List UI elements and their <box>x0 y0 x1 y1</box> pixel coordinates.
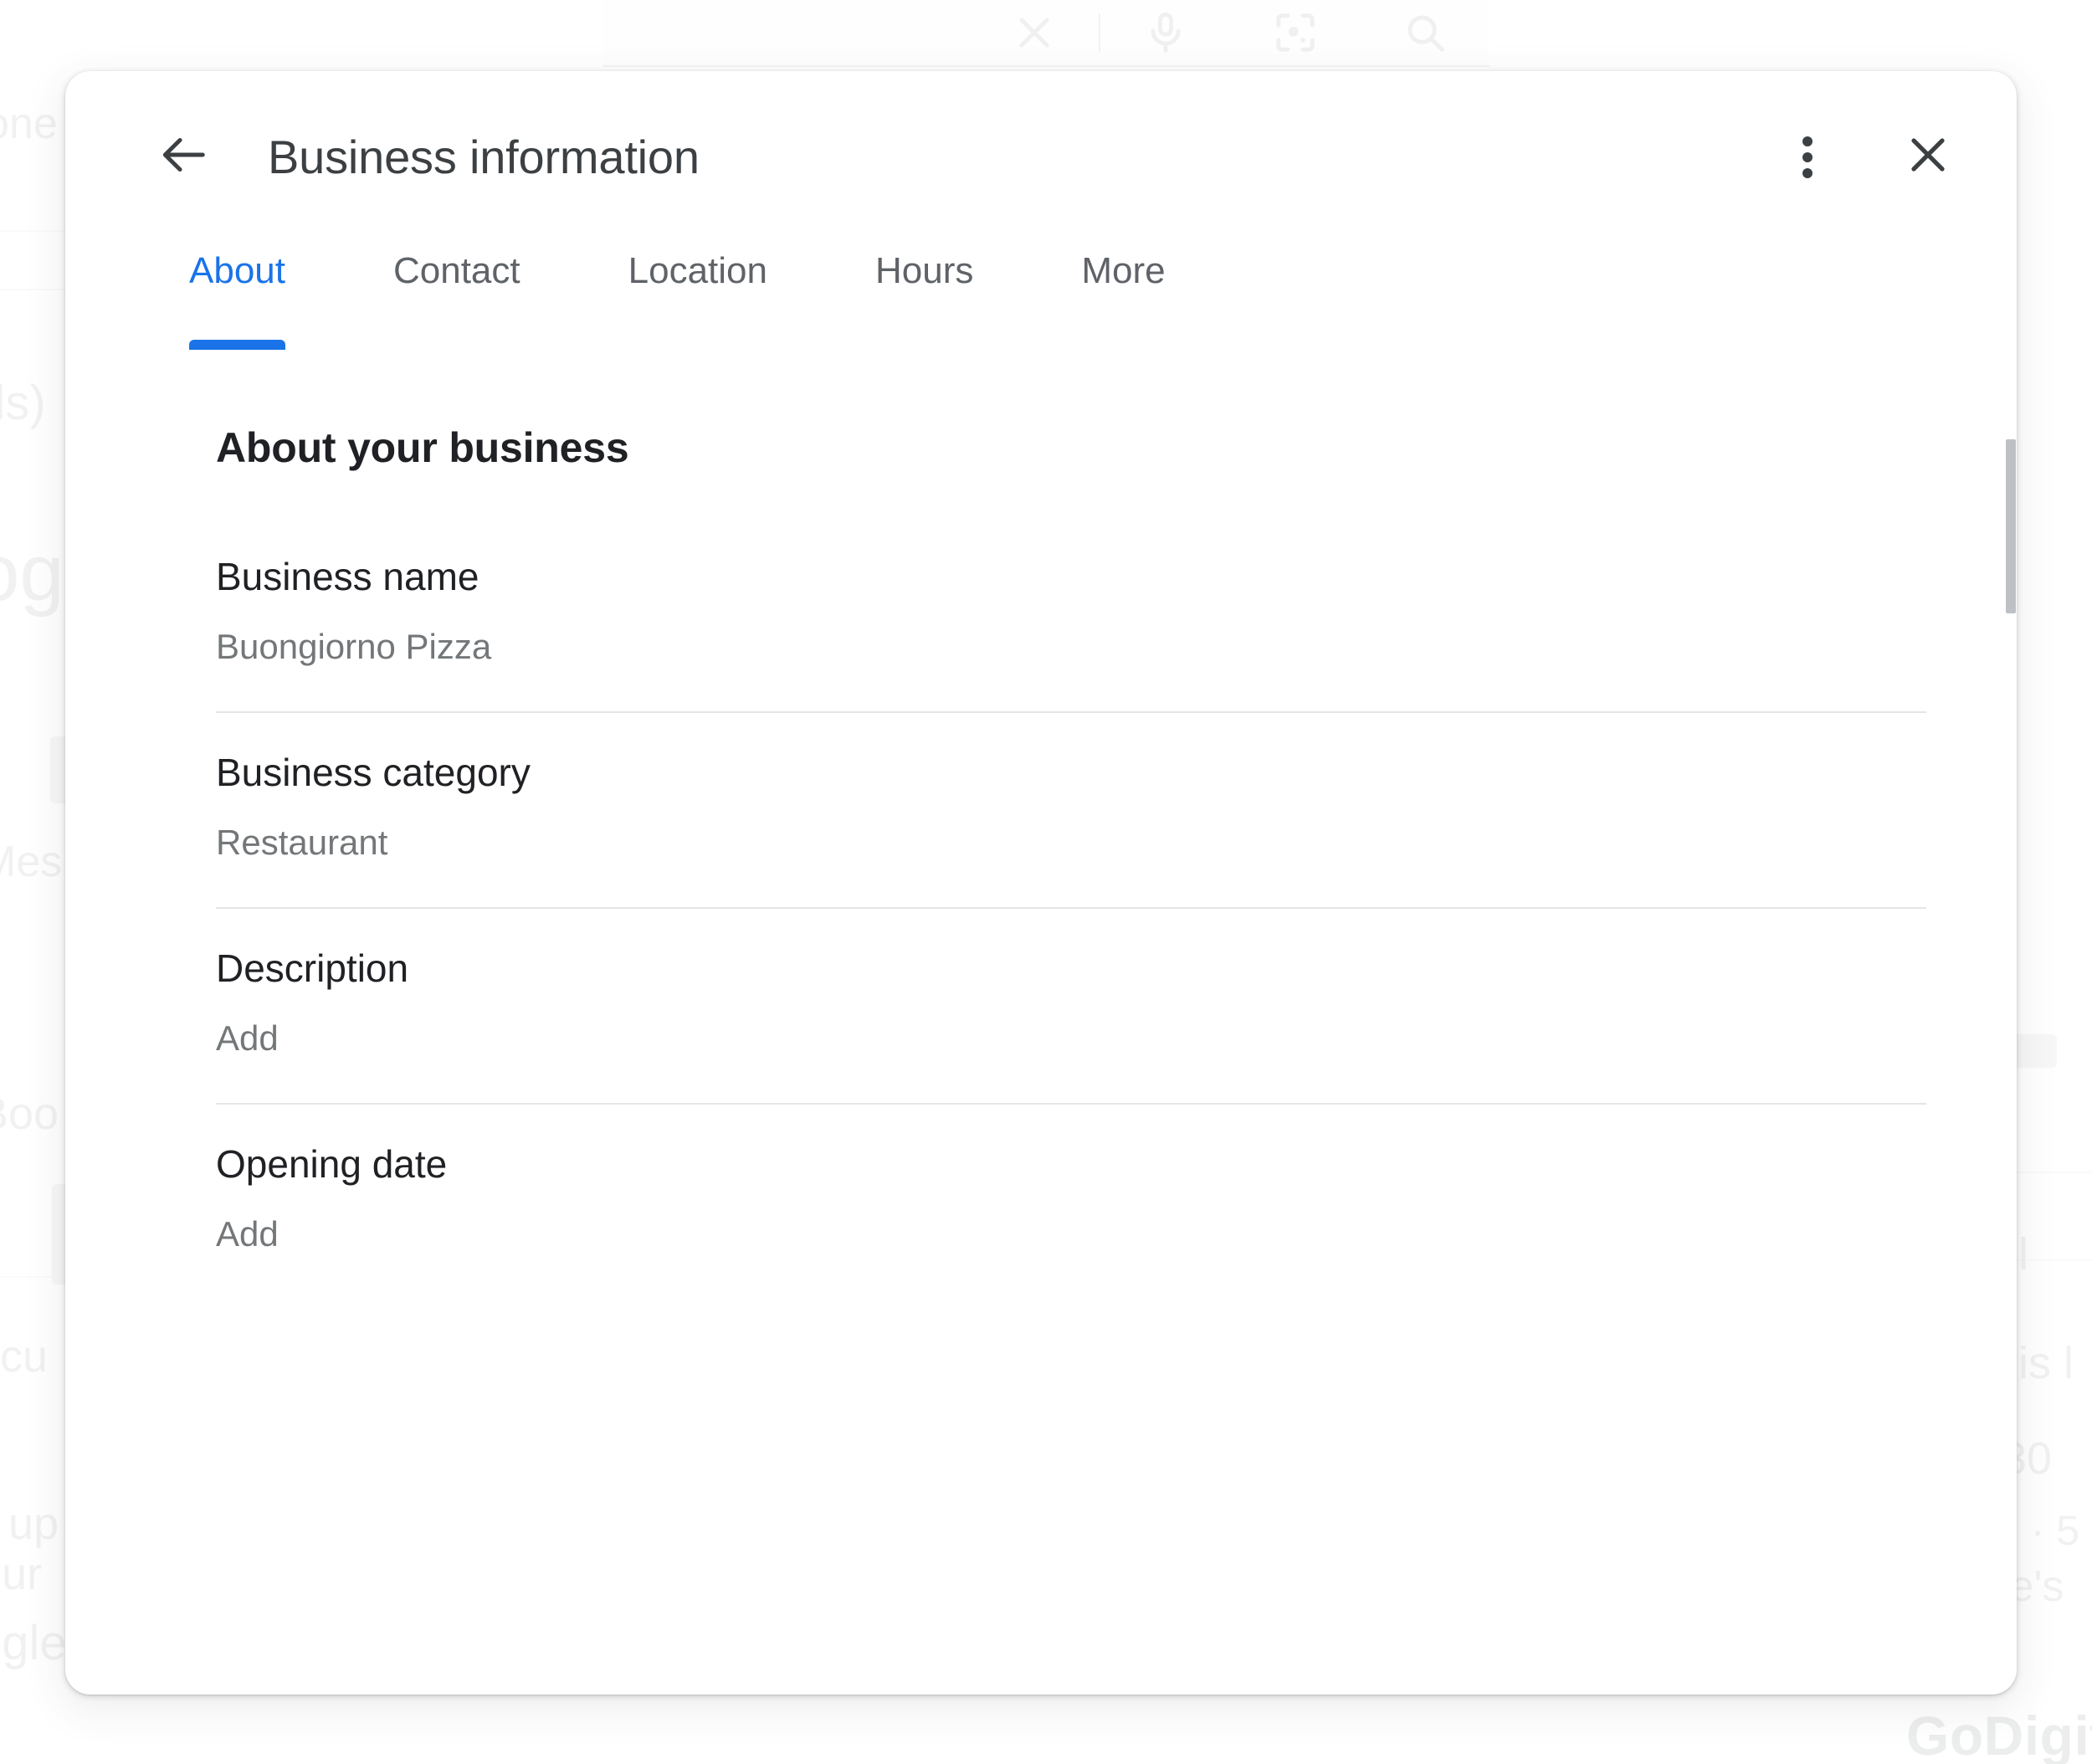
dialog-header: Business information <box>65 71 2017 243</box>
more-vert-icon <box>1802 131 1813 184</box>
dialog-tabs: About Contact Location Hours More <box>65 243 2017 372</box>
background-text-fragment: one <box>0 100 58 148</box>
search-icon <box>1360 0 1490 65</box>
field-label: Business category <box>216 751 531 794</box>
background-text-fragment: up <box>8 1499 59 1549</box>
dialog-header-actions <box>1769 119 1966 196</box>
field-row[interactable]: Business category Restaurant <box>216 713 1926 909</box>
dialog-title: Business information <box>268 130 700 183</box>
field-value[interactable]: Buongiorno Pizza <box>216 629 1926 664</box>
field-row[interactable]: Opening date Add <box>216 1105 1926 1299</box>
business-information-dialog: Business information About Contact Locat… <box>65 71 2017 1695</box>
background-text-fragment: ds) <box>0 376 46 430</box>
close-icon <box>969 0 1099 65</box>
background-text-fragment: t cu <box>0 1331 49 1382</box>
background-text-fragment: Boo <box>0 1089 59 1139</box>
close-icon <box>1903 130 1953 184</box>
lens-icon <box>1230 0 1360 65</box>
field-row[interactable]: Business name Buongiorno Pizza <box>216 517 1926 713</box>
field-value[interactable]: Add <box>216 1021 1926 1056</box>
arrow-left-icon <box>157 129 209 185</box>
background-text-fragment: our <box>0 1549 43 1599</box>
field-value[interactable]: Add <box>216 1217 1926 1252</box>
field-row[interactable]: Description Add <box>216 909 1926 1105</box>
tab-location[interactable]: Location <box>628 243 767 290</box>
scrollbar-track[interactable] <box>2005 372 2017 1695</box>
field-label: Opening date <box>216 1142 448 1186</box>
microphone-icon <box>1100 0 1230 65</box>
page-root: oneds)oglMesBoot cuupouroglellhis l30n ·… <box>0 0 2092 1764</box>
tab-about[interactable]: About <box>189 243 285 350</box>
background-block <box>2010 1034 2057 1068</box>
tab-contact[interactable]: Contact <box>393 243 520 290</box>
about-field-list: Business name Buongiorno Pizza Business ca… <box>65 517 2017 1299</box>
tab-more[interactable]: More <box>1081 243 1165 290</box>
back-button[interactable] <box>145 119 222 196</box>
background-rule <box>2004 1172 2092 1173</box>
field-value[interactable]: Restaurant <box>216 825 1926 860</box>
tab-hours[interactable]: Hours <box>875 243 973 290</box>
background-search-bar <box>602 0 1490 67</box>
scrollbar-thumb[interactable] <box>2006 439 2016 613</box>
section-heading: About your business <box>216 424 629 471</box>
watermark: GoDigital <box>1906 1705 2092 1764</box>
background-text-fragment: ogle <box>0 1616 67 1670</box>
overflow-menu-button[interactable] <box>1769 119 1846 196</box>
background-text-fragment: Mes <box>0 838 63 886</box>
field-label: Business name <box>216 555 479 598</box>
close-button[interactable] <box>1889 119 1966 196</box>
dialog-body: About your business Business name Buongio… <box>65 372 2017 1695</box>
field-label: Description <box>216 946 409 990</box>
